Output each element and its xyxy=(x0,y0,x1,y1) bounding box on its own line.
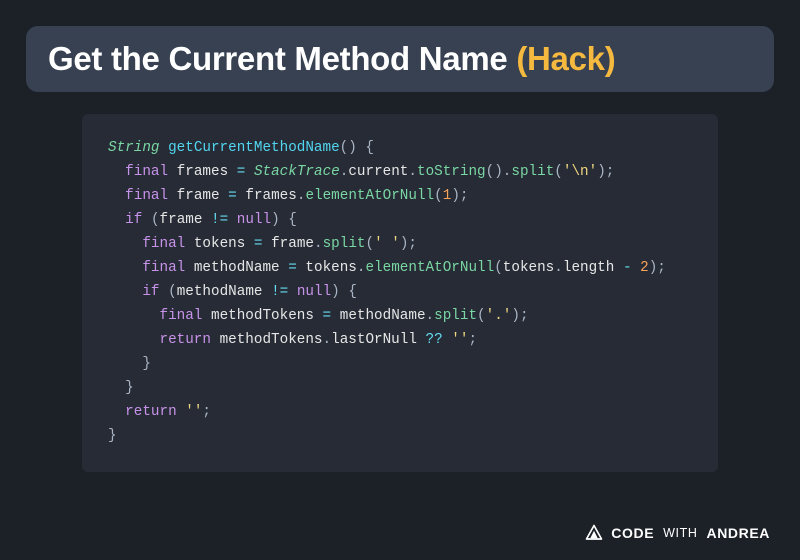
brand-watermark: CODE WITH ANDREA xyxy=(585,524,770,542)
brand-with: WITH xyxy=(663,526,697,540)
code-token: StackTrace xyxy=(254,164,340,180)
code-token: final xyxy=(125,164,168,180)
code-token: frames xyxy=(177,164,228,180)
page-title: Get the Current Method Name (Hack) xyxy=(48,40,752,78)
brand-code: CODE xyxy=(611,525,654,541)
code-token: getCurrentMethodName xyxy=(168,140,340,156)
code-token: () { xyxy=(340,140,374,156)
brand-logo-icon xyxy=(585,524,603,542)
brand-name: ANDREA xyxy=(707,525,771,541)
code-block: String getCurrentMethodName() { final fr… xyxy=(82,114,718,472)
code-token: String xyxy=(108,140,159,156)
title-hack: (Hack) xyxy=(516,40,615,77)
title-main: Get the Current Method Name xyxy=(48,40,516,77)
title-bar: Get the Current Method Name (Hack) xyxy=(26,26,774,92)
